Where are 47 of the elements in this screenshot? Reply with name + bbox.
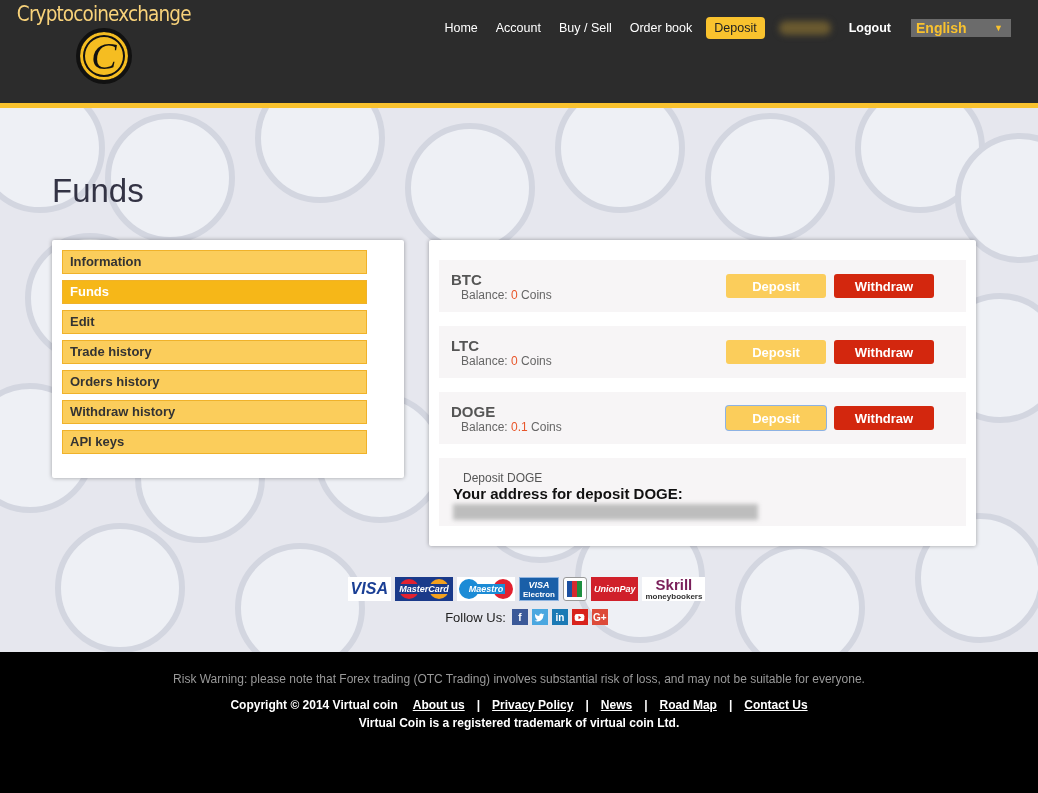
nav-link[interactable]: Order book	[629, 20, 693, 35]
balance-text: Balance: 0 Coins	[460, 287, 553, 302]
separator: |	[728, 698, 733, 712]
card-logo: Skrill moneybookers	[642, 577, 706, 601]
trademark-text: Virtual Coin is a registered trademark of virtual coin Ltd.	[357, 716, 681, 730]
card-logo: Maestro	[456, 577, 515, 601]
sidebar-item[interactable]: Trade history	[62, 340, 367, 364]
currency-name: LTC	[451, 336, 481, 354]
footer-link[interactable]: Contact Us	[744, 698, 808, 712]
blurred-username	[778, 20, 831, 35]
sidebar-item[interactable]: Orders history	[62, 370, 367, 394]
nav-link[interactable]: Buy / Sell	[558, 20, 612, 35]
logout-link[interactable]: Logout	[848, 20, 891, 35]
deposit-caption: Deposit DOGE	[462, 471, 543, 485]
nav-link[interactable]: Account	[495, 20, 541, 35]
deposit-heading: Your address for deposit DOGE:	[453, 485, 683, 502]
sidebar-item[interactable]: Edit	[62, 310, 367, 334]
withdraw-button[interactable]: Withdraw	[834, 340, 934, 364]
sidebar-item[interactable]: API keys	[62, 430, 367, 454]
card-logo-icon	[562, 577, 587, 601]
sidebar-item[interactable]: Information	[62, 250, 367, 274]
copyright-text: Copyright © 2014 Virtual coin	[230, 698, 398, 712]
separator: |	[644, 698, 648, 712]
footer-link[interactable]: Road Map	[659, 698, 717, 712]
balance-text: Balance: 0.1 Coins	[460, 419, 563, 434]
page-title: Funds	[52, 171, 145, 211]
footer-link[interactable]: Privacy Policy	[492, 698, 574, 712]
footer-link[interactable]: News	[600, 698, 633, 712]
logo-coin-icon[interactable]: C	[76, 28, 132, 84]
sidebar-item[interactable]: Withdraw history	[62, 400, 367, 424]
follow-label: Follow Us:	[445, 609, 506, 625]
risk-warning: Risk Warning: please note that Forex trading (OTC Trading) involves substantial risk of loss, and may not be suitable for everyone.	[172, 672, 866, 686]
card-logo: VISA Electron	[518, 577, 559, 601]
nav-link[interactable]: Home	[444, 20, 478, 35]
withdraw-button[interactable]: Withdraw	[834, 406, 934, 430]
footer-link[interactable]: About us	[412, 698, 465, 712]
separator: |	[585, 698, 589, 712]
nav-link[interactable]: Deposit	[706, 16, 765, 39]
balance-text: Balance: 0 Coins	[460, 353, 553, 368]
separator: |	[476, 698, 481, 712]
card-logo: VISA	[347, 577, 391, 601]
withdraw-button[interactable]: Withdraw	[834, 274, 934, 298]
currency-name: DOGE	[451, 402, 497, 420]
logo-text[interactable]: Cryptocoinexchange	[17, 2, 191, 26]
card-logo: UnionPay	[590, 577, 639, 601]
card-logo: MasterCard	[394, 577, 453, 601]
currency-name: BTC	[451, 270, 483, 288]
